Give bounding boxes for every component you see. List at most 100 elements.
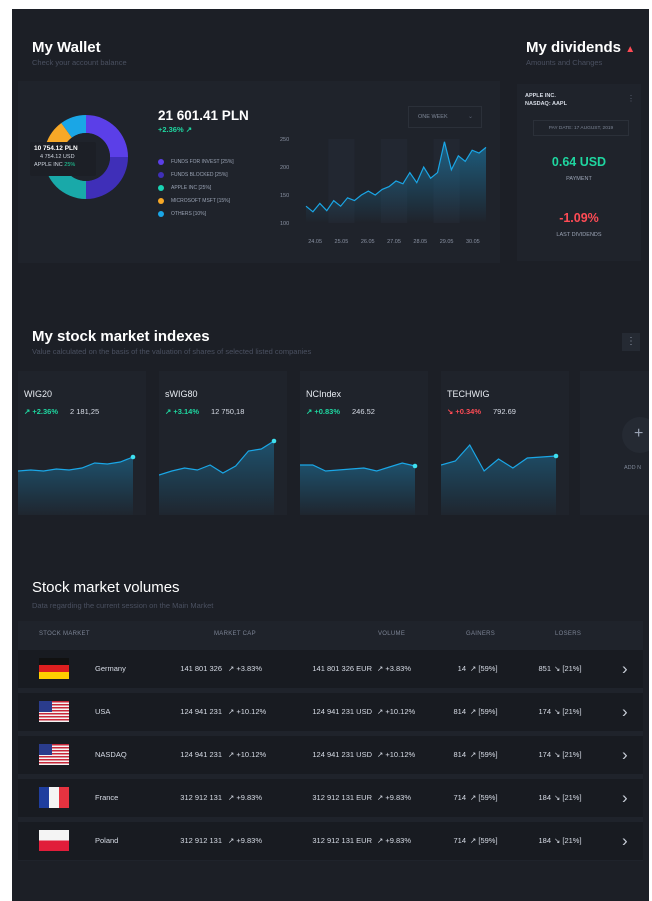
sparkline-area	[300, 463, 415, 515]
volume-change: ↗ +10.12%	[377, 750, 416, 759]
losers-count: 184	[538, 836, 551, 845]
gainers-count: 814	[453, 750, 466, 759]
legend-label: FUNDS FOR INVEST [25%]	[171, 159, 234, 165]
chevron-right-icon[interactable]: ›	[622, 831, 628, 851]
legend-item: FUNDS BLOCKED [25%]	[158, 172, 228, 178]
table-row[interactable]: USA 124 941 231 ↗ +10.12% 124 941 231 USD ↗ …	[18, 693, 643, 731]
dividends-title: My dividends ▲	[526, 39, 635, 56]
chevron-right-icon[interactable]: ›	[622, 745, 628, 765]
sparkline-endpoint	[553, 453, 559, 459]
legend-dot	[158, 159, 164, 165]
index-card-ncindex[interactable]: NCIndex ↗ +0.83% 246.52	[300, 371, 428, 515]
volume-value: 312 912 131 EUR	[312, 836, 372, 845]
wallet-line-chart[interactable]: 100 150 200 250 24.05 25.05 26.05 27.05 28.05 29.…	[278, 131, 492, 249]
market-cap-change: ↗ +9.83%	[228, 793, 263, 802]
indexes-menu-button[interactable]: ⋮	[622, 333, 640, 351]
sparkline-endpoint	[130, 454, 136, 460]
dividends-subtitle: Amounts and Changes	[526, 58, 603, 67]
market-name: Germany	[95, 664, 126, 673]
dividend-company: APPLE INC.	[525, 93, 556, 99]
header-stock-market[interactable]: STOCK MARKET	[39, 631, 90, 637]
legend-dot	[158, 185, 164, 191]
index-card-swig80[interactable]: sWIG80 ↗ +3.14% 12 750,18	[159, 371, 287, 515]
volumes-title: Stock market volumes	[32, 579, 180, 596]
market-cap-value: 312 912 131	[180, 836, 222, 845]
volume-value: 312 912 131 EUR	[312, 793, 372, 802]
sparkline-endpoint	[271, 438, 277, 444]
period-select[interactable]: ONE WEEK ⌄	[408, 106, 482, 128]
header-volume[interactable]: VOLUME	[378, 631, 405, 637]
add-index-label: ADD N	[624, 465, 642, 471]
donut-tooltip-percent: 25%	[64, 162, 76, 168]
last-dividend-label: LAST DIVIDENDS	[556, 232, 602, 238]
wallet-balance: 21 601.41 PLN	[158, 108, 249, 123]
last-dividend-value: -1.09%	[559, 211, 599, 225]
legend-label: FUNDS BLOCKED [25%]	[171, 172, 228, 178]
market-cap-value: 141 801 326	[180, 664, 222, 673]
header-market-cap[interactable]: MARKET CAP	[214, 631, 256, 637]
y-tick-label: 150	[280, 193, 289, 199]
donut-tooltip-value-usd: 4 754.12 USD	[40, 154, 75, 160]
wallet-subtitle: Check your account balance	[32, 58, 127, 67]
volumes-subtitle: Data regarding the current session on th…	[32, 601, 214, 610]
losers-count: 184	[538, 793, 551, 802]
legend-item: APPLE INC [25%]	[158, 185, 211, 191]
donut-tooltip-company: APPLE INC	[34, 162, 63, 168]
volume-value: 124 941 231 USD	[312, 750, 372, 759]
table-row[interactable]: Poland 312 912 131 ↗ +9.83% 312 912 131 EUR…	[18, 822, 643, 860]
chevron-down-icon: ⌄	[467, 114, 473, 120]
losers-percent: ↘ [21%]	[554, 750, 582, 759]
dividend-card: APPLE INC. NASDAQ: AAPL ⋮ PAY DATE: 17 A…	[517, 84, 641, 261]
losers-count: 174	[538, 707, 551, 716]
legend-label: OTHERS [10%]	[171, 211, 207, 217]
chevron-right-icon[interactable]: ›	[622, 788, 628, 808]
gainers-count: 714	[453, 836, 466, 845]
x-tick-label: 28.05	[413, 239, 427, 245]
header-losers[interactable]: LOSERS	[555, 631, 581, 637]
gainers-percent: ↗ [59%]	[470, 836, 498, 845]
flag-usa-icon	[39, 701, 69, 722]
gainers-percent: ↗ [59%]	[470, 707, 498, 716]
flag-france-icon	[39, 787, 69, 808]
x-tick-label: 25.05	[335, 239, 349, 245]
volume-change: ↗ +3.83%	[377, 664, 412, 673]
market-cap-value: 124 941 231	[180, 707, 222, 716]
y-tick-label: 250	[280, 137, 289, 143]
legend-label: MICROSOFT MSFT [15%]	[171, 198, 230, 204]
dashboard: My Wallet Check your account balance 10 …	[12, 9, 649, 901]
index-sparkline	[441, 443, 559, 515]
pay-date-badge: PAY DATE: 17 AUGUST, 2019	[533, 120, 629, 136]
dividends-title-text: My dividends	[526, 39, 622, 56]
volume-value: 141 801 326 EUR	[312, 664, 372, 673]
chevron-right-icon[interactable]: ›	[622, 659, 628, 679]
more-vertical-icon[interactable]: ⋮	[627, 94, 635, 103]
table-row[interactable]: Germany 141 801 326 ↗ +3.83% 141 801 326 EU…	[18, 650, 643, 688]
chevron-right-icon[interactable]: ›	[622, 702, 628, 722]
legend-dot	[158, 172, 164, 178]
x-tick-label: 27.05	[387, 239, 401, 245]
table-row[interactable]: France 312 912 131 ↗ +9.83% 312 912 131 EUR…	[18, 779, 643, 817]
plus-icon[interactable]: +	[622, 417, 649, 453]
gainers-count: 714	[453, 793, 466, 802]
flag-usa-icon	[39, 744, 69, 765]
sparkline-area	[18, 457, 133, 515]
market-cap-value: 124 941 231	[180, 750, 222, 759]
gainers-count: 814	[453, 707, 466, 716]
market-cap-change: ↗ +10.12%	[228, 707, 267, 716]
losers-percent: ↘ [21%]	[554, 707, 582, 716]
market-cap-change: ↗ +9.83%	[228, 836, 263, 845]
dividend-payment-label: PAYMENT	[566, 176, 592, 182]
index-card-techwig[interactable]: TECHWIG ↘ +0.34% 792.69	[441, 371, 569, 515]
table-row[interactable]: NASDAQ 124 941 231 ↗ +10.12% 124 941 231 US…	[18, 736, 643, 774]
gainers-count: 14	[457, 664, 466, 673]
header-gainers[interactable]: GAINERS	[466, 631, 495, 637]
losers-percent: ↘ [21%]	[554, 793, 582, 802]
indexes-title: My stock market indexes	[32, 328, 210, 345]
legend-dot	[158, 211, 164, 217]
market-cap-value: 312 912 131	[180, 793, 222, 802]
wallet-change: +2.36% ↗	[158, 125, 193, 134]
market-name: NASDAQ	[95, 750, 127, 759]
legend-label: APPLE INC [25%]	[171, 185, 212, 191]
add-index-card[interactable]: + ADD N	[580, 371, 649, 515]
index-card-wig20[interactable]: WIG20 ↗ +2.36% 2 181,25	[18, 371, 146, 515]
